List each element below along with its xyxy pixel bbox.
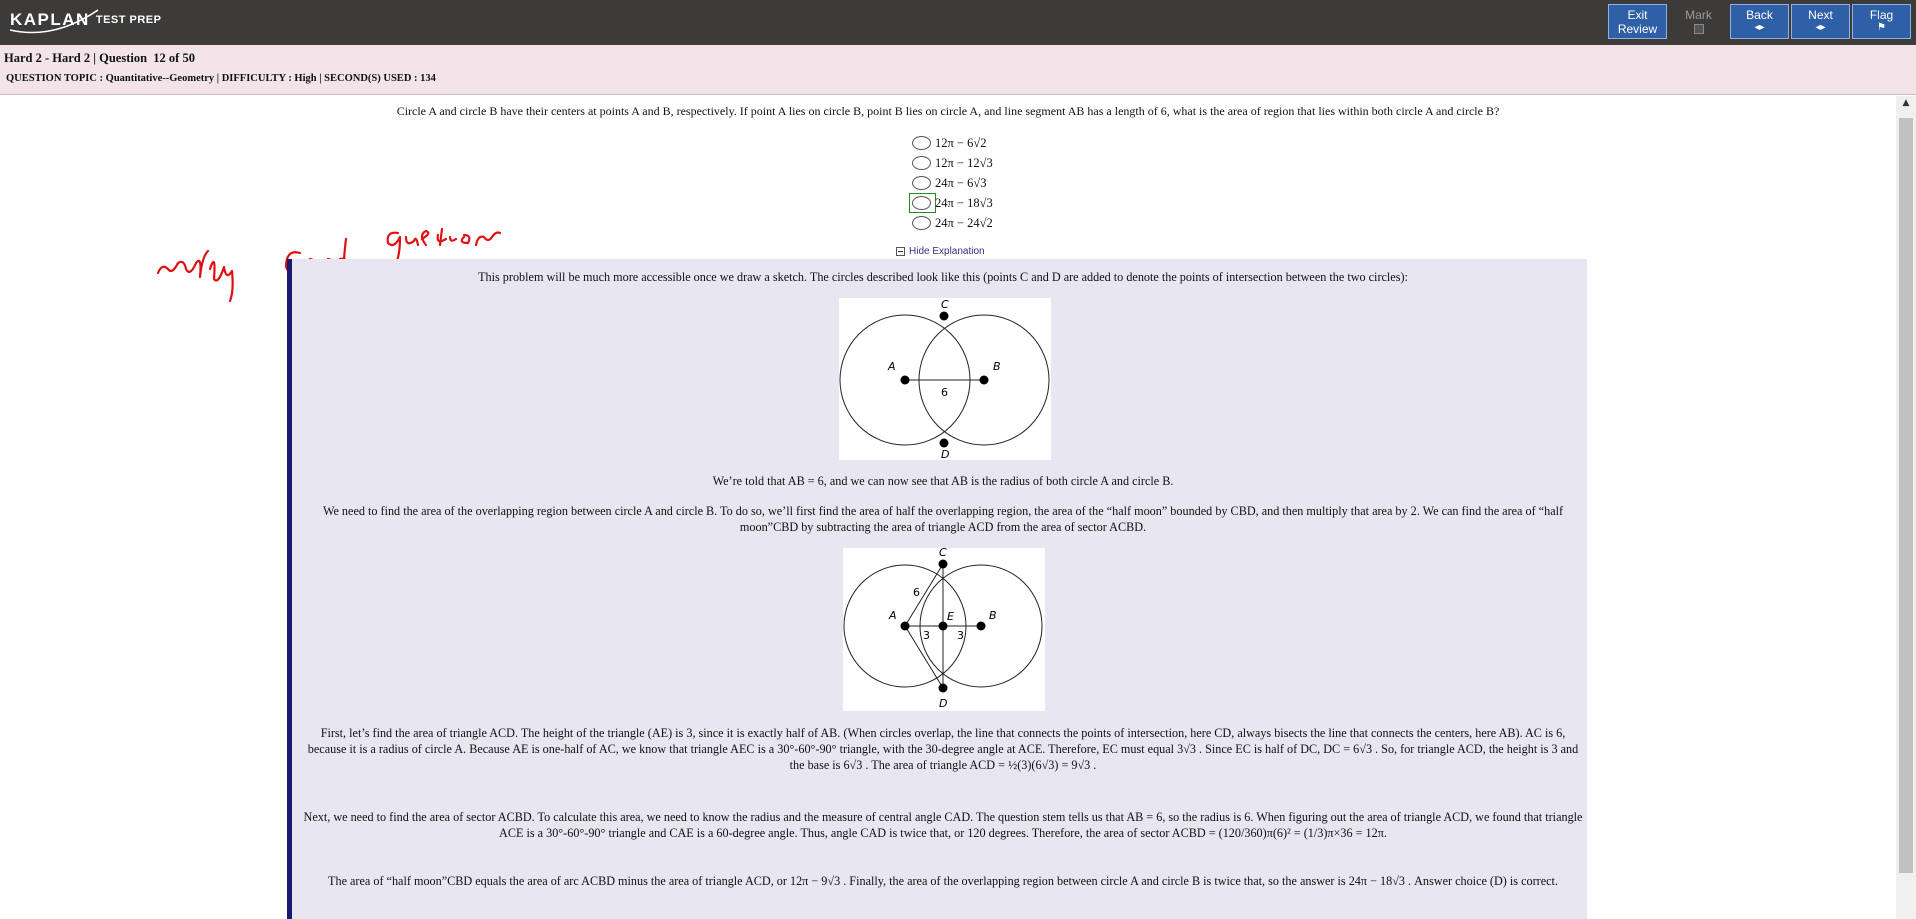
- point-d: [938, 683, 948, 693]
- back-button[interactable]: Back ◂▸: [1730, 4, 1789, 39]
- answer-radio[interactable]: [911, 136, 931, 150]
- circles-diagram-1: C A B D 6: [839, 298, 1051, 460]
- answer-choice-a[interactable]: 12π − 6√2: [911, 133, 993, 153]
- question-stem: Circle A and circle B have their centers…: [396, 104, 1500, 118]
- answer-label: 12π − 6√2: [935, 135, 987, 150]
- label-e: E: [947, 610, 954, 623]
- answer-radio[interactable]: [911, 196, 931, 210]
- answer-choices: 12π − 6√2 12π − 12√3 24π − 6√3 24π − 18√…: [909, 133, 993, 233]
- back-label: Back: [1746, 8, 1773, 22]
- flag-label: Flag: [1869, 8, 1894, 22]
- answer-label: 12π − 12√3: [935, 155, 993, 170]
- answer-label: 24π − 18√3: [935, 195, 993, 210]
- question-content: Circle A and circle B have their centers…: [0, 96, 1896, 919]
- next-label: Next: [1808, 8, 1833, 22]
- back-arrow-icon: ◂▸: [1754, 22, 1765, 33]
- explanation-paragraph-1: This problem will be much more accessibl…: [478, 270, 1408, 284]
- explanation-paragraph-3: We need to find the area of the overlapp…: [322, 504, 1564, 534]
- answer-radio[interactable]: [911, 156, 931, 170]
- question-info-bar: Hard 2 - Hard 2 | Question 12 of 50 QUES…: [0, 45, 1916, 95]
- point-a: [900, 621, 910, 631]
- nav-buttons: Exit Review Mark Back ◂▸ Next ◂▸ Flag ⚑: [1608, 4, 1911, 39]
- explanation-panel: This problem will be much more accessibl…: [287, 259, 1587, 919]
- point-c: [939, 311, 949, 321]
- next-arrow-icon: ◂▸: [1815, 22, 1826, 33]
- exit-label: Exit: [1627, 8, 1648, 22]
- label-c: C: [939, 548, 947, 559]
- point-b: [976, 621, 986, 631]
- question-topic: QUESTION TOPIC : Quantitative--Geometry …: [6, 73, 436, 84]
- answer-choice-d[interactable]: 24π − 18√3: [909, 193, 993, 213]
- review-label: Review: [1617, 22, 1658, 36]
- answer-label: 24π − 24√2: [935, 215, 993, 230]
- label-b: B: [989, 609, 997, 622]
- point-d: [939, 438, 949, 448]
- label-d: D: [941, 448, 949, 460]
- hide-explanation-toggle[interactable]: Hide Explanation: [896, 246, 985, 257]
- mark-button[interactable]: Mark: [1669, 4, 1728, 39]
- answer-choice-c[interactable]: 24π − 6√3: [911, 173, 993, 193]
- label-a: A: [887, 360, 896, 373]
- top-toolbar: KAPLAN TEST PREP Exit Review Mark Back ◂…: [0, 0, 1916, 45]
- label-c: C: [941, 298, 949, 311]
- mark-checkbox[interactable]: [1693, 24, 1704, 34]
- flag-icon: ⚑: [1877, 22, 1886, 33]
- explanation-paragraph-5: Next, we need to find the area of sector…: [303, 810, 1583, 840]
- point-a: [900, 375, 910, 385]
- label-half-eb: 3: [957, 629, 964, 642]
- hide-explanation-label: Hide Explanation: [909, 246, 985, 257]
- point-c: [938, 559, 948, 569]
- segment-ac: [904, 563, 944, 627]
- collapse-icon: [896, 247, 905, 256]
- question-title: Hard 2 - Hard 2 | Question 12 of 50: [4, 51, 195, 65]
- label-a: A: [888, 609, 897, 622]
- answer-choice-b[interactable]: 12π − 12√3: [911, 153, 993, 173]
- scroll-thumb[interactable]: [1899, 118, 1913, 873]
- brand-subtitle: TEST PREP: [95, 14, 162, 26]
- answer-label: 24π − 6√3: [935, 175, 987, 190]
- answer-choice-e[interactable]: 24π − 24√2: [911, 213, 993, 233]
- answer-radio[interactable]: [911, 176, 931, 190]
- answer-radio[interactable]: [911, 216, 931, 230]
- scroll-up-arrow-icon[interactable]: ▲: [1896, 98, 1916, 112]
- next-button[interactable]: Next ◂▸: [1791, 4, 1850, 39]
- label-d: D: [939, 697, 947, 710]
- label-b: B: [993, 360, 1001, 373]
- flag-button[interactable]: Flag ⚑: [1852, 4, 1911, 39]
- label-length-ac: 6: [913, 586, 920, 599]
- mark-label: Mark: [1685, 8, 1712, 22]
- explanation-paragraph-2: We’re told that AB = 6, and we can now s…: [712, 474, 1174, 488]
- label-length: 6: [941, 386, 948, 399]
- vertical-scrollbar[interactable]: ▲: [1896, 96, 1916, 919]
- circles-diagram-2: C A B E D 6 3 3: [843, 548, 1045, 711]
- exit-review-button[interactable]: Exit Review: [1608, 4, 1667, 39]
- explanation-paragraph-6: The area of “half moon”CBD equals the ar…: [328, 874, 1558, 888]
- point-b: [979, 375, 989, 385]
- explanation-paragraph-4: First, let’s find the area of triangle A…: [307, 726, 1579, 772]
- label-half-ae: 3: [923, 629, 930, 642]
- logo-swoosh-icon: [9, 9, 99, 34]
- kaplan-logo: KAPLAN TEST PREP: [9, 9, 162, 34]
